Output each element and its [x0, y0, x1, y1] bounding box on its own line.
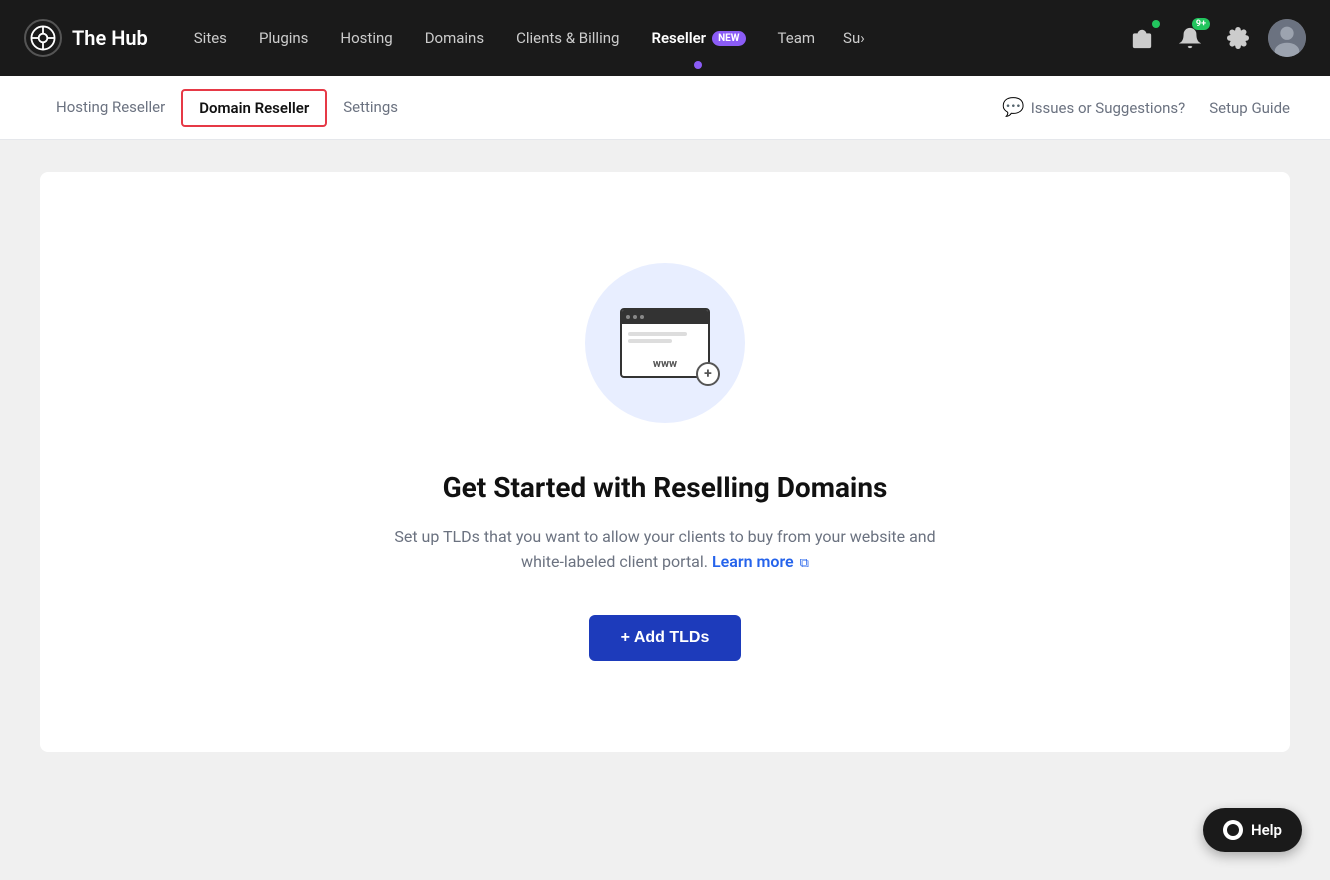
- main-content: www + Get Started with Reselling Domains…: [0, 140, 1330, 784]
- desc-part1: Set up TLDs that you want to allow your …: [394, 527, 935, 546]
- issues-suggestions-label: Issues or Suggestions?: [1031, 99, 1186, 117]
- reseller-label: Reseller: [651, 29, 706, 47]
- help-label: Help: [1251, 821, 1282, 839]
- chat-icon: 💬: [1002, 97, 1024, 118]
- notif-badge: 9+: [1192, 18, 1210, 30]
- brand-logo: [24, 19, 62, 57]
- browser-line-2: [628, 339, 672, 343]
- notifications-icon-btn[interactable]: 9+: [1172, 20, 1208, 56]
- browser-titlebar: [622, 310, 708, 324]
- brand-title: The Hub: [72, 26, 148, 50]
- nav-right: 9+: [1124, 19, 1306, 57]
- browser-dot-3: [640, 315, 644, 319]
- help-button[interactable]: Help: [1203, 808, 1302, 852]
- settings-icon-btn[interactable]: [1220, 20, 1256, 56]
- external-link-icon: ⧉: [800, 554, 809, 575]
- subnav-domain-reseller[interactable]: Domain Reseller: [181, 89, 327, 127]
- subnav-settings[interactable]: Settings: [327, 78, 414, 138]
- issues-suggestions-link[interactable]: 💬 Issues or Suggestions?: [1002, 97, 1185, 118]
- nav-item-team[interactable]: Team: [764, 21, 830, 55]
- learn-more-link[interactable]: Learn more: [712, 552, 794, 571]
- subnav-right: 💬 Issues or Suggestions? Setup Guide: [1002, 97, 1290, 118]
- nav-item-reseller[interactable]: Reseller NEW: [637, 21, 759, 55]
- subnav-hosting-reseller[interactable]: Hosting Reseller: [40, 78, 181, 138]
- nav-item-sites[interactable]: Sites: [180, 21, 241, 55]
- content-heading: Get Started with Reselling Domains: [443, 471, 888, 504]
- domain-icon-inner: www +: [620, 308, 710, 378]
- content-description: Set up TLDs that you want to allow your …: [394, 524, 935, 575]
- browser-line-1: [628, 332, 687, 336]
- navbar: The Hub Sites Plugins Hosting Domains Cl…: [0, 0, 1330, 76]
- browser-body: [622, 324, 708, 351]
- setup-guide-link[interactable]: Setup Guide: [1209, 99, 1290, 117]
- add-tlds-button[interactable]: + Add TLDs: [589, 615, 742, 661]
- nav-item-plugins[interactable]: Plugins: [245, 21, 322, 55]
- user-avatar[interactable]: [1268, 19, 1306, 57]
- subnav-left: Hosting Reseller Domain Reseller Setting…: [40, 78, 1002, 138]
- nav-items: Sites Plugins Hosting Domains Clients & …: [180, 21, 1124, 55]
- nav-item-clients-billing[interactable]: Clients & Billing: [502, 21, 633, 55]
- gift-dot: [1152, 20, 1160, 28]
- nav-more[interactable]: Su›: [833, 21, 875, 55]
- www-text: www: [653, 357, 677, 370]
- browser-dot-2: [633, 315, 637, 319]
- desc-part2: white-labeled client portal.: [521, 552, 708, 571]
- help-bubble-inner: [1227, 824, 1239, 836]
- nav-item-hosting[interactable]: Hosting: [326, 21, 406, 55]
- new-badge: NEW: [712, 31, 745, 46]
- content-card: www + Get Started with Reselling Domains…: [40, 172, 1290, 752]
- setup-guide-label: Setup Guide: [1209, 99, 1290, 117]
- plus-circle-icon: +: [696, 362, 720, 386]
- subnav: Hosting Reseller Domain Reseller Setting…: [0, 76, 1330, 140]
- gift-icon-btn[interactable]: [1124, 20, 1160, 56]
- help-bubble-icon: [1223, 820, 1243, 840]
- domain-illustration: www +: [585, 263, 745, 423]
- reseller-dot: [694, 61, 702, 69]
- browser-dot-1: [626, 315, 630, 319]
- brand[interactable]: The Hub: [24, 19, 148, 57]
- nav-item-domains[interactable]: Domains: [411, 21, 498, 55]
